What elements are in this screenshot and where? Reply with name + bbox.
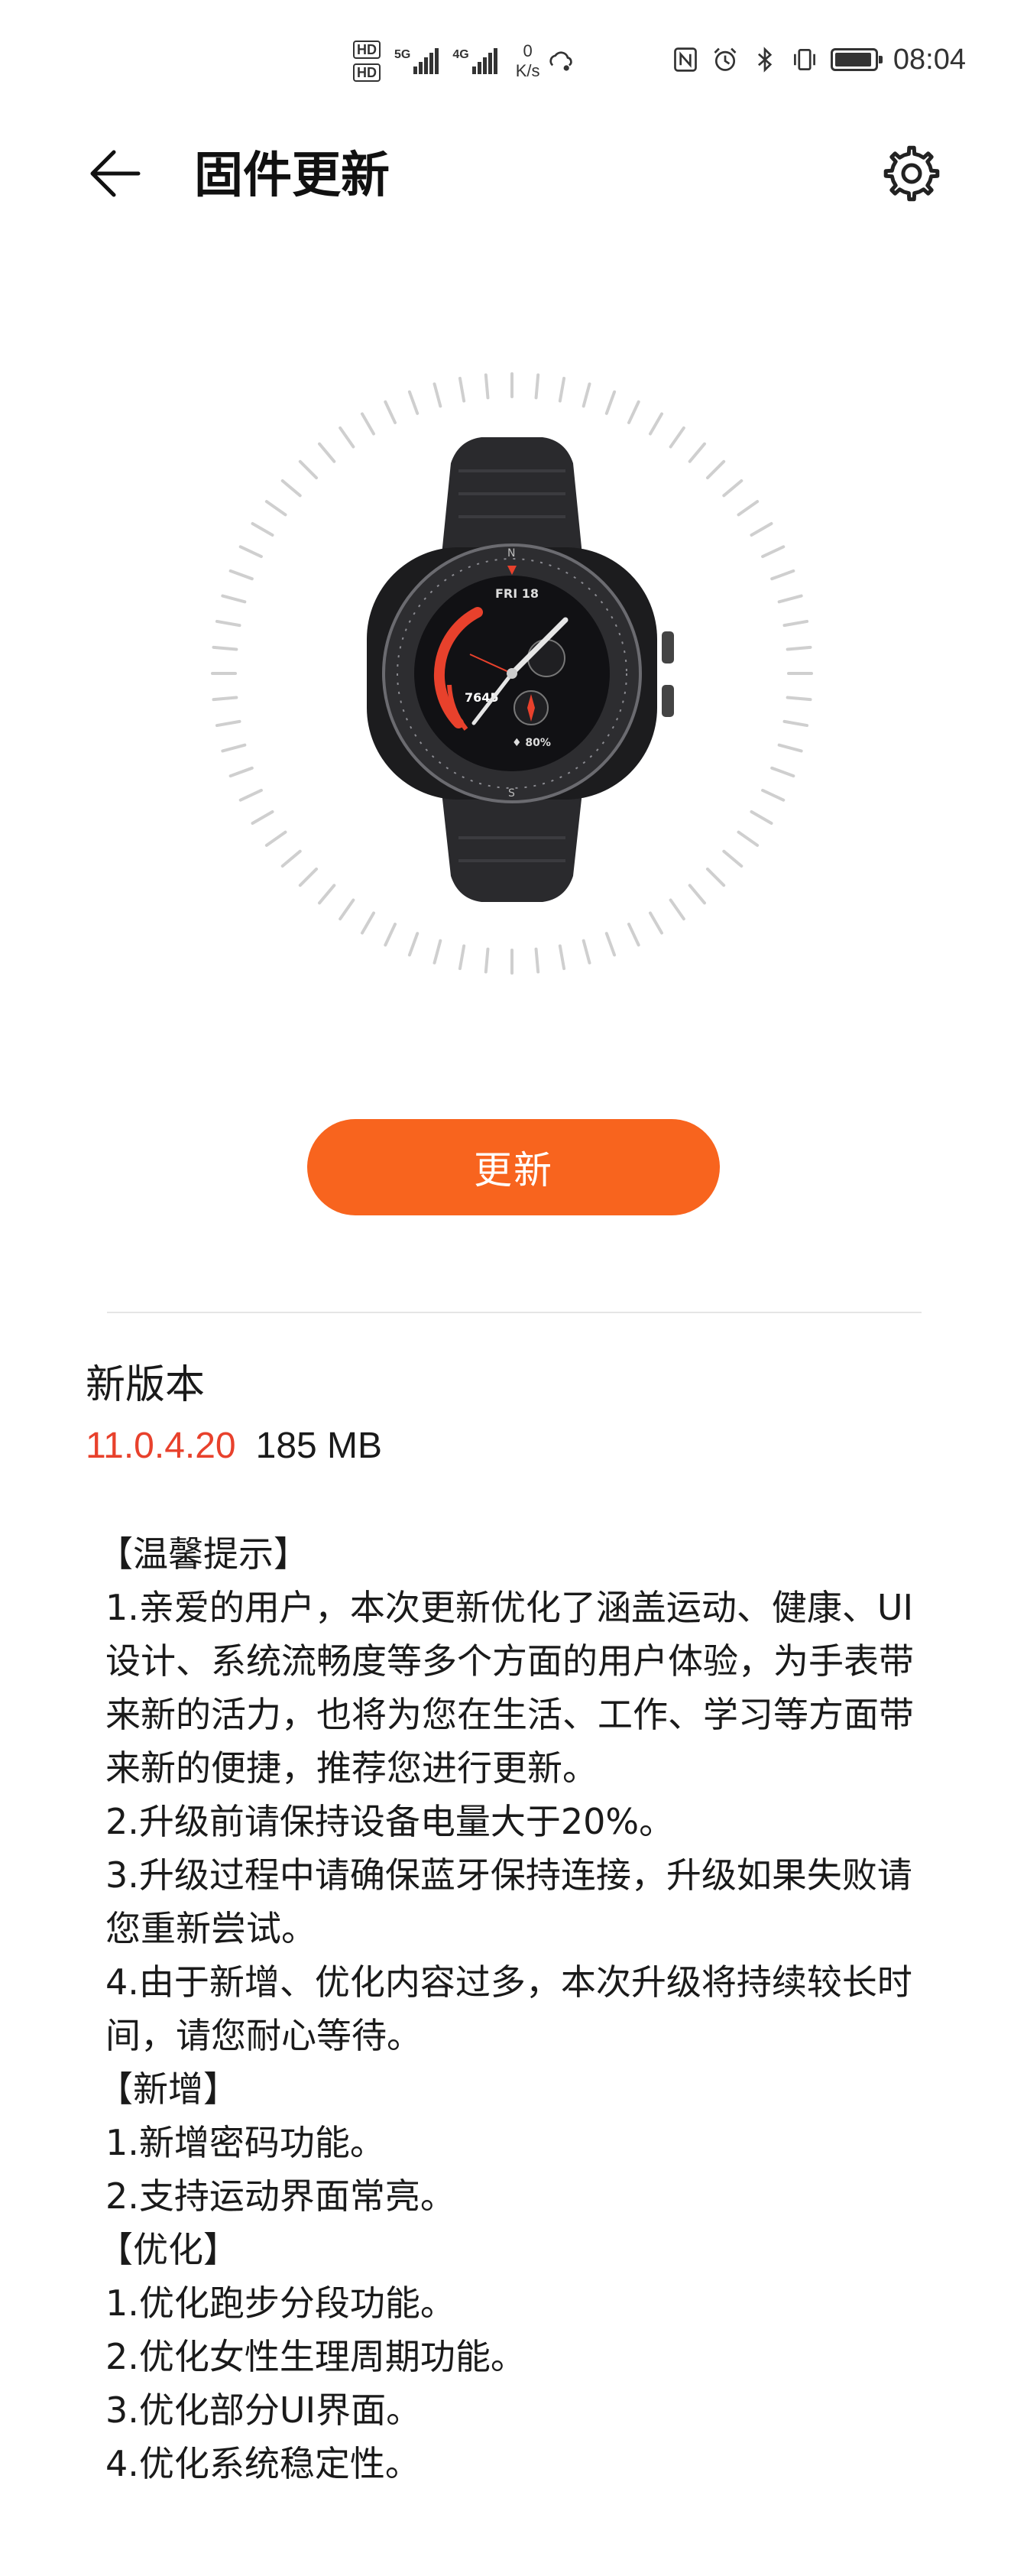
- release-notes-item: 1.亲爱的用户，本次更新优化了涵盖运动、健康、UI设计、系统流畅度等多个方面的用…: [105, 1587, 914, 1789]
- watch-illustration: FRI 18 7645 ♦ 80% N S: [206, 364, 818, 975]
- back-button[interactable]: [83, 141, 148, 206]
- watch-date: FRI 18: [495, 586, 539, 601]
- settings-button[interactable]: [876, 138, 948, 209]
- release-notes-item: 4.优化系统稳定性。: [105, 2443, 420, 2484]
- compass-s: S: [508, 787, 515, 800]
- battery-icon: [830, 48, 883, 71]
- release-notes-item: 2.支持运动界面常亮。: [105, 2175, 455, 2217]
- watch-strap-bottom: [442, 792, 582, 902]
- version-number: 11.0.4.20: [86, 1426, 236, 1466]
- gear-icon: [883, 145, 940, 202]
- hd-badges: HD HD: [353, 41, 381, 82]
- release-notes-item: 1.新增密码功能。: [105, 2122, 385, 2163]
- release-notes-item: 4.由于新增、优化内容过多，本次升级将持续较长时间，请您耐心等待。: [105, 1961, 912, 2056]
- app-bar: 固件更新: [0, 122, 1027, 222]
- vibrate-icon: [793, 49, 815, 70]
- speed-unit: K/s: [515, 61, 540, 80]
- cloud-sync-icon: [549, 51, 573, 71]
- release-notes-item: 3.升级过程中请确保蓝牙保持连接，升级如果失败请您重新尝试。: [105, 1854, 912, 1949]
- release-notes-item: 2.优化女性生理周期功能。: [105, 2336, 526, 2377]
- hd-badge-sim1: HD: [353, 41, 381, 59]
- version-row: 11.0.4.20 185 MB: [86, 1423, 382, 1469]
- status-bar: HD HD 5G 4G 0 K/s 08:04: [0, 0, 1027, 122]
- release-notes-section-heading: 【优化】: [98, 2229, 238, 2270]
- battery-fill: [834, 53, 872, 67]
- status-bar-right: 08:04: [672, 37, 966, 83]
- version-heading: 新版本: [86, 1362, 206, 1408]
- nfc-icon: [674, 47, 697, 72]
- net2-label: 4G: [452, 48, 469, 61]
- status-time: 08:04: [893, 43, 966, 76]
- update-button[interactable]: 更新: [307, 1119, 720, 1215]
- smartwatch-image: FRI 18 7645 ♦ 80% N S: [211, 372, 813, 975]
- net1-label: 5G: [394, 48, 411, 61]
- alarm-icon: [714, 47, 737, 71]
- divider: [107, 1312, 922, 1313]
- arrow-left-icon: [90, 150, 141, 197]
- release-notes-item: 1.优化跑步分段功能。: [105, 2282, 455, 2324]
- watch-strap-top: [442, 437, 582, 555]
- signal-5g-icon: 5G: [394, 48, 439, 74]
- status-bar-left: HD HD 5G 4G 0 K/s: [353, 31, 575, 92]
- hd-badge-sim2: HD: [353, 63, 381, 82]
- bluetooth-icon: [757, 47, 773, 73]
- release-notes: 【温馨提示】 1.亲爱的用户，本次更新优化了涵盖运动、健康、UI设计、系统流畅度等…: [98, 1527, 931, 2490]
- release-notes-item: 3.优化部分UI界面。: [105, 2389, 422, 2431]
- release-notes-section-heading: 【温馨提示】: [98, 1533, 309, 1575]
- compass-n: N: [507, 547, 515, 560]
- watch-battery: ♦ 80%: [512, 737, 551, 749]
- signal-4g-icon: 4G: [452, 48, 497, 74]
- version-size: 185 MB: [255, 1426, 383, 1466]
- page-title: 固件更新: [194, 148, 390, 204]
- release-notes-item: 2.升级前请保持设备电量大于20%。: [105, 1801, 675, 1842]
- speed-value: 0: [523, 41, 533, 60]
- network-speed: 0 K/s: [516, 41, 540, 81]
- release-notes-section-heading: 【新增】: [98, 2068, 238, 2110]
